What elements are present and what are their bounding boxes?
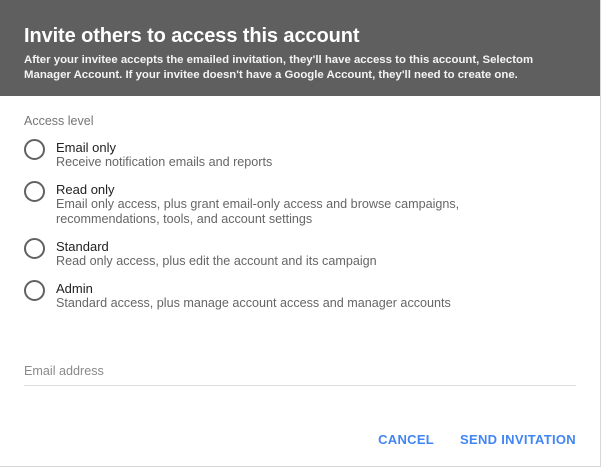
access-option-description: Receive notification emails and reports [56, 155, 273, 169]
access-option-title: Email only [56, 140, 116, 155]
dialog-subtitle: After your invitee accepts the emailed i… [24, 54, 534, 81]
radio-unchecked-icon[interactable] [24, 238, 45, 259]
dialog-actions: CANCEL SEND INVITATION [360, 426, 584, 452]
dialog-title: Invite others to access this account [24, 25, 360, 47]
invite-dialog: Invite others to access this account Aft… [0, 0, 601, 467]
dialog-header: Invite others to access this account Aft… [0, 0, 600, 96]
radio-unchecked-icon[interactable] [24, 280, 45, 301]
access-option-title: Read only [56, 182, 115, 197]
access-option-title: Admin [56, 281, 93, 296]
access-option-description: Email only access, plus grant email-only… [56, 197, 460, 226]
cancel-button[interactable]: CANCEL [370, 428, 442, 451]
email-field-container [24, 358, 576, 386]
access-option-description: Standard access, plus manage account acc… [56, 296, 451, 310]
radio-unchecked-icon[interactable] [24, 181, 45, 202]
email-address-input[interactable] [24, 358, 576, 384]
access-option-title: Standard [56, 239, 109, 254]
access-level-label: Access level [24, 114, 94, 128]
send-invitation-button[interactable]: SEND INVITATION [452, 428, 584, 451]
radio-unchecked-icon[interactable] [24, 139, 45, 160]
access-option-description: Read only access, plus edit the account … [56, 254, 377, 268]
